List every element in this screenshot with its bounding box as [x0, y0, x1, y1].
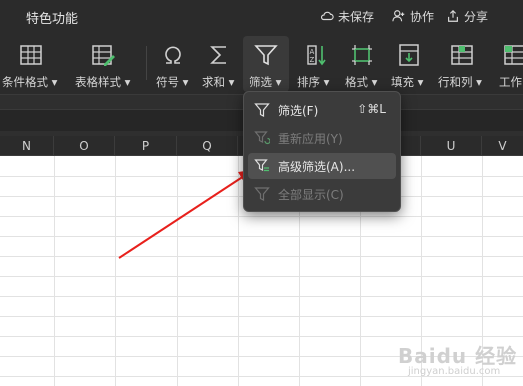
grid-line	[0, 236, 523, 237]
user-add-icon	[392, 10, 405, 22]
menu-item-reapply[interactable]: 重新应用(Y)	[248, 125, 396, 151]
grid-line	[115, 156, 116, 386]
conditional-format-button[interactable]: 条件格式 ▾	[0, 32, 68, 94]
grid-line	[0, 296, 523, 297]
baidu-watermark: Baidu 经验	[398, 344, 518, 368]
menu-item-label: 高级筛选(A)...	[278, 160, 356, 174]
column-header[interactable]: O	[54, 136, 115, 156]
share-button[interactable]: 分享	[446, 7, 488, 25]
table-style-button[interactable]: 表格样式 ▾	[72, 32, 144, 94]
cloud-icon	[320, 11, 334, 21]
svg-text:Z: Z	[310, 56, 315, 64]
title-bar: 特色功能 未保存 协作 分享	[0, 0, 523, 32]
sort-label: 排序 ▾	[297, 75, 330, 89]
grid-line	[0, 316, 523, 317]
grid-line	[0, 276, 523, 277]
column-header[interactable]: U	[421, 136, 482, 156]
feature-tab-title[interactable]: 特色功能	[26, 8, 78, 27]
fill-label: 填充 ▾	[391, 75, 424, 89]
grid-line	[0, 336, 523, 337]
worksheet-label: 工作	[499, 75, 522, 89]
menu-item-label: 重新应用(Y)	[278, 132, 343, 146]
reapply-filter-icon	[254, 131, 270, 145]
table-style-label: 表格样式 ▾	[75, 75, 131, 89]
format-button[interactable]: 格式 ▾	[339, 32, 385, 94]
worksheet-button[interactable]: 工作	[494, 32, 523, 94]
filter-label: 筛选 ▾	[249, 75, 282, 89]
svg-text:A: A	[310, 48, 315, 56]
conditional-format-icon	[20, 45, 42, 65]
rows-columns-label: 行和列 ▾	[438, 75, 482, 89]
sum-label: 求和 ▾	[202, 75, 235, 89]
share-icon	[448, 9, 458, 22]
sort-button[interactable]: A Z 排序 ▾	[293, 32, 337, 94]
symbol-button[interactable]: 符号 ▾	[152, 32, 194, 94]
menu-item-advanced-filter[interactable]: 高级筛选(A)...	[248, 153, 396, 179]
fill-icon	[399, 44, 419, 66]
grid-line	[0, 256, 523, 257]
baidu-watermark-domain: jingyan.baidu.com	[408, 366, 501, 377]
format-icon	[352, 45, 372, 65]
collaborate-button[interactable]: 协作	[392, 7, 434, 25]
fill-button[interactable]: 填充 ▾	[387, 32, 431, 94]
sort-icon: A Z	[307, 45, 326, 66]
rows-columns-icon	[451, 45, 473, 65]
filter-button[interactable]: 筛选 ▾	[243, 32, 289, 94]
filter-icon	[254, 45, 278, 66]
symbol-label: 符号 ▾	[156, 75, 189, 89]
worksheet-icon	[504, 45, 523, 65]
rows-columns-button[interactable]: 行和列 ▾	[435, 32, 489, 94]
column-header[interactable]: Q	[177, 136, 238, 156]
grid-line	[0, 216, 523, 217]
menu-item-shortcut: ⇧⌘L	[357, 102, 386, 116]
grid-line	[177, 156, 178, 386]
format-label: 格式 ▾	[345, 75, 378, 89]
conditional-format-label: 条件格式 ▾	[2, 75, 58, 89]
menu-item-filter[interactable]: 筛选(F) ⇧⌘L	[248, 97, 396, 123]
column-header[interactable]: P	[115, 136, 177, 156]
unsaved-label: 未保存	[338, 9, 375, 24]
menu-item-label: 全部显示(C)	[278, 188, 344, 202]
column-header[interactable]: N	[0, 136, 54, 156]
show-all-icon	[254, 187, 270, 201]
omega-icon	[165, 46, 181, 64]
menu-item-label: 筛选(F)	[278, 104, 319, 118]
grid-line	[54, 156, 55, 386]
column-header[interactable]: V	[482, 136, 523, 156]
filter-icon	[254, 103, 270, 117]
menu-item-show-all[interactable]: 全部显示(C)	[248, 181, 396, 207]
sum-button[interactable]: 求和 ▾	[198, 32, 240, 94]
unsaved-status[interactable]: 未保存	[320, 7, 374, 25]
filter-dropdown-menu: 筛选(F) ⇧⌘L 重新应用(Y) 高级筛选(A)... 全部显示(C)	[243, 91, 401, 212]
ribbon-toolbar: 条件格式 ▾ 表格样式 ▾ 符号 ▾ 求和 ▾ 筛选 ▾ A Z 排序 ▾ 格式…	[0, 32, 523, 94]
collaborate-label: 协作	[410, 9, 435, 24]
share-label: 分享	[464, 9, 489, 24]
grid-line	[238, 156, 239, 386]
advanced-filter-icon	[254, 159, 269, 172]
sigma-icon	[210, 46, 226, 64]
table-style-icon	[92, 45, 115, 66]
ribbon-divider	[146, 46, 147, 80]
